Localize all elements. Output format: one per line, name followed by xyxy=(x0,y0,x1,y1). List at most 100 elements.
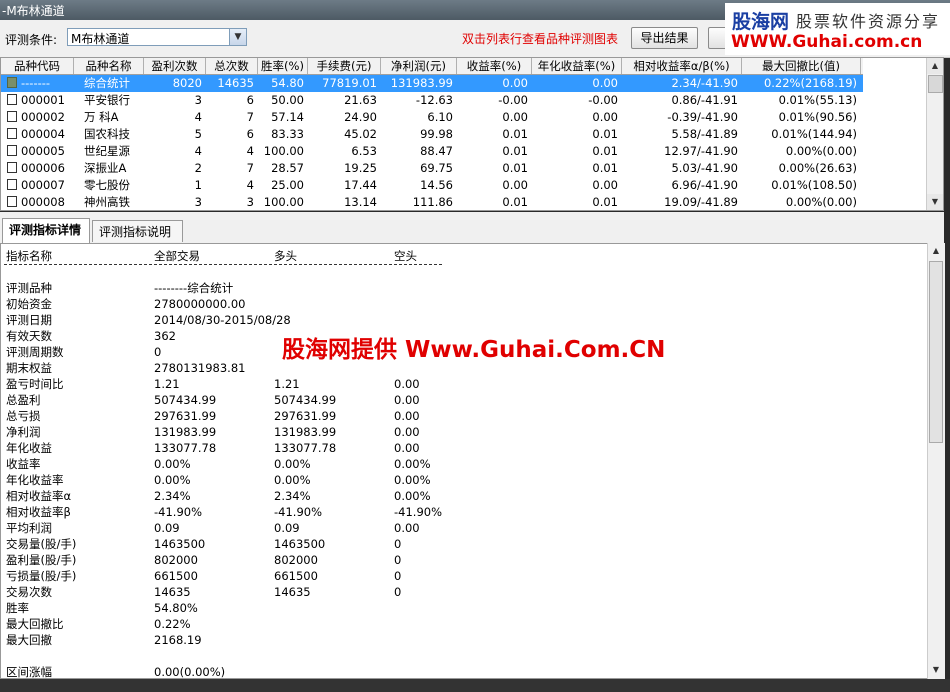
table-row[interactable]: 000004 国农科技 5 6 83.33 45.02 99.98 0.01 0.01 5.58/… xyxy=(1,126,863,143)
cell-winrate: 100.00 xyxy=(263,144,304,158)
cell-name: 平安银行 xyxy=(84,93,130,107)
row-checkbox[interactable] xyxy=(7,162,17,173)
scroll-thumb[interactable] xyxy=(928,75,943,93)
results-grid[interactable]: 品种代码 品种名称 盈利次数 总次数 胜率(%) 手续费(元) 净利润(元) 收益率(%) 年化… xyxy=(0,57,944,211)
divider xyxy=(4,264,442,266)
table-row[interactable]: 000002 万 科A 4 7 57.14 24.90 6.10 0.00 0.00 -0.39/… xyxy=(1,109,863,126)
tab-detail[interactable]: 评测指标详情 xyxy=(2,218,90,243)
header-col-annual[interactable]: 年化收益率(%) xyxy=(532,58,622,74)
scroll-up-icon[interactable]: ▲ xyxy=(928,243,944,259)
cell-wins: 3 xyxy=(194,93,202,107)
cell-total: 7 xyxy=(246,110,254,124)
cell-name: 国农科技 xyxy=(84,127,130,141)
detail-header: 指标名称 全部交易 多头 空头 xyxy=(1,248,921,264)
header-col-name[interactable]: 品种名称 xyxy=(74,58,144,74)
hint-text: 双击列表行查看品种评测图表 xyxy=(462,32,619,46)
scroll-down-icon[interactable]: ▼ xyxy=(928,662,944,678)
cell-return: 0.01 xyxy=(502,161,528,175)
row-checkbox[interactable] xyxy=(7,111,17,122)
header-col-fee[interactable]: 手续费(元) xyxy=(308,58,381,74)
condition-value: M布林通道 xyxy=(71,32,130,46)
detail-row: 相对收益率α 2.34% 2.34% 0.00% xyxy=(1,488,921,504)
detail-metric-name: 年化收益 xyxy=(6,441,52,455)
header-col-return[interactable]: 收益率(%) xyxy=(457,58,532,74)
table-row[interactable]: ------- 综合统计 8020 14635 54.80 77819.01 131983.… xyxy=(1,75,863,92)
scroll-thumb[interactable] xyxy=(929,261,943,443)
cell-fee: 77819.01 xyxy=(322,76,377,90)
cell-winrate: 100.00 xyxy=(263,195,304,209)
detail-row: 最大回撤比 0.22% xyxy=(1,616,921,632)
detail-metric-name: 交易次数 xyxy=(6,585,52,599)
header-col-drawdown[interactable]: 最大回撤比(值) xyxy=(742,58,861,74)
row-checkbox[interactable] xyxy=(7,94,17,105)
detail-row: 盈利量(股/手) 802000 802000 0 xyxy=(1,552,921,568)
cell-total: 14635 xyxy=(217,76,254,90)
cell-name: 综合统计 xyxy=(84,76,130,90)
detail-all-value: 802000 xyxy=(154,553,198,567)
detail-metric-name: 有效天数 xyxy=(6,329,52,343)
table-row[interactable]: 000007 零七股份 1 4 25.00 17.44 14.56 0.00 0.00 6.96/… xyxy=(1,177,863,194)
cell-relative: 6.96/-41.90 xyxy=(671,178,738,192)
detail-short-value: 0.00 xyxy=(394,377,420,391)
tab-explain[interactable]: 评测指标说明 xyxy=(92,220,183,242)
table-row[interactable]: 000006 深振业A 2 7 28.57 19.25 69.75 0.01 0.01 5.03/… xyxy=(1,160,863,177)
detail-header-name: 指标名称 xyxy=(6,249,52,263)
cell-fee: 24.90 xyxy=(344,110,377,124)
table-row[interactable]: 000001 平安银行 3 6 50.00 21.63 -12.63 -0.00 -0.00 0.… xyxy=(1,92,863,109)
detail-short-value: 0.00 xyxy=(394,393,420,407)
detail-short-value: 0 xyxy=(394,585,402,599)
detail-metric-name: 收益率 xyxy=(6,457,41,471)
row-checkbox[interactable] xyxy=(7,196,17,207)
detail-row: 收益率 0.00% 0.00% 0.00% xyxy=(1,456,921,472)
detail-scrollbar[interactable]: ▲ ▼ xyxy=(927,243,945,679)
detail-header-short: 空头 xyxy=(394,249,417,263)
detail-long-value: 131983.99 xyxy=(274,425,337,439)
detail-short-value: 0 xyxy=(394,537,402,551)
detail-all-value: 0 xyxy=(154,345,162,359)
detail-long-value: 133077.78 xyxy=(274,441,337,455)
cell-annual: 0.01 xyxy=(592,161,618,175)
cell-profit: 88.47 xyxy=(420,144,453,158)
cell-drawdown: 0.01%(144.94) xyxy=(771,127,857,141)
row-checkbox[interactable] xyxy=(7,179,17,190)
header-col-total[interactable]: 总次数 xyxy=(206,58,258,74)
row-checkbox[interactable] xyxy=(7,145,17,156)
detail-metric-name: 亏损量(股/手) xyxy=(6,569,77,583)
row-checkbox[interactable] xyxy=(7,77,17,88)
header-col-winrate[interactable]: 胜率(%) xyxy=(258,58,308,74)
brand-logo: 股海网 股票软件资源分享 WWW.Guhai.com.cn xyxy=(725,3,950,55)
detail-row: 年化收益 133077.78 133077.78 0.00 xyxy=(1,440,921,456)
table-row[interactable]: 000005 世纪星源 4 4 100.00 6.53 88.47 0.01 0.01 12.97… xyxy=(1,143,863,160)
scroll-up-icon[interactable]: ▲ xyxy=(927,58,943,74)
brand-slogan: 股票软件资源分享 xyxy=(796,12,941,31)
detail-metric-name: 盈亏时间比 xyxy=(6,377,64,391)
header-col-code[interactable]: 品种代码 xyxy=(1,58,74,74)
scroll-down-icon[interactable]: ▼ xyxy=(927,194,943,210)
detail-all-value: 2780000000.00 xyxy=(154,297,246,311)
grid-scrollbar[interactable]: ▲ ▼ xyxy=(926,58,943,210)
header-col-relative[interactable]: 相对收益率α/β(%) xyxy=(622,58,742,74)
cell-total: 6 xyxy=(246,127,254,141)
cell-return: 0.01 xyxy=(502,127,528,141)
table-row[interactable]: 000008 神州高铁 3 3 100.00 13.14 111.86 0.01 0.01 19.… xyxy=(1,194,863,210)
header-col-wins[interactable]: 盈利次数 xyxy=(144,58,206,74)
header-col-profit[interactable]: 净利润(元) xyxy=(381,58,457,74)
detail-metric-name: 平均利润 xyxy=(6,521,52,535)
detail-all-value: 0.00(0.00%) xyxy=(154,665,226,679)
cell-annual: 0.01 xyxy=(592,195,618,209)
cell-fee: 21.63 xyxy=(344,93,377,107)
detail-short-value: -41.90% xyxy=(394,505,442,519)
detail-long-value: 0.00% xyxy=(274,457,311,471)
detail-short-value: 0.00 xyxy=(394,425,420,439)
detail-row: 交易次数 14635 14635 0 xyxy=(1,584,921,600)
row-checkbox[interactable] xyxy=(7,128,17,139)
detail-metric-name: 初始资金 xyxy=(6,297,52,311)
detail-long-value: -41.90% xyxy=(274,505,322,519)
export-button[interactable]: 导出结果 xyxy=(631,27,698,49)
condition-select[interactable]: M布林通道 ▼ xyxy=(67,28,247,46)
cell-fee: 19.25 xyxy=(344,161,377,175)
detail-short-value: 0.00 xyxy=(394,441,420,455)
detail-metric-name: 评测日期 xyxy=(6,313,52,327)
detail-row: 相对收益率β -41.90% -41.90% -41.90% xyxy=(1,504,921,520)
chevron-down-icon[interactable]: ▼ xyxy=(229,29,246,45)
